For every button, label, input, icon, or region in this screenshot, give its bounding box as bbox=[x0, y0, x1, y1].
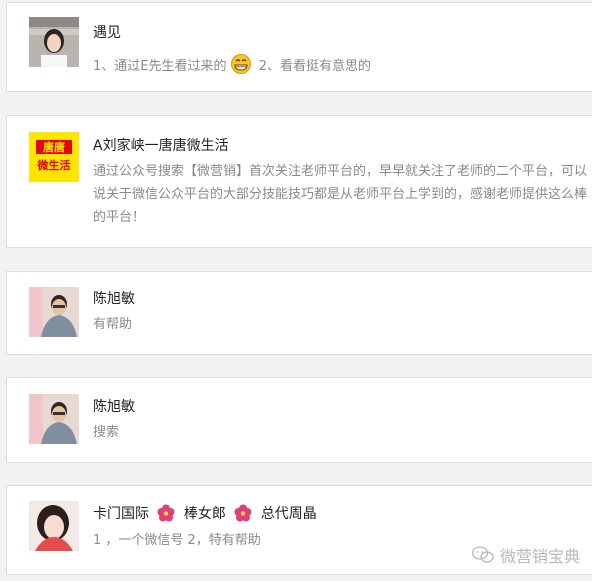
avatar-text: 微生活 bbox=[37, 158, 71, 172]
comment-card: 陈旭敏 搜索 bbox=[6, 377, 592, 463]
comment-card: 唐唐 微生活 A刘家峡一唐唐微生活 通过公众号搜索【微营销】首次关注老师平台的，… bbox=[6, 115, 592, 248]
commenter-name-part: 卡门国际 bbox=[93, 506, 149, 522]
avatar[interactable] bbox=[29, 287, 79, 337]
watermark-text: 微营销宝典 bbox=[499, 547, 580, 566]
watermark: 微营销宝典 bbox=[471, 543, 580, 567]
comment-text: 1、通过E先生看过来的 2、看看挺有意思的 bbox=[93, 54, 371, 78]
comment-text: 1 ，一个微信号 2，特有帮助 bbox=[93, 533, 261, 548]
comment-text: 通过公众号搜索【微营销】首次关注老师平台的，早早就关注了老师的二个平台，可以说关… bbox=[93, 164, 588, 225]
grin-emoji-icon bbox=[230, 54, 251, 74]
comment-card: 陈旭敏 有帮助 bbox=[6, 271, 592, 355]
commenter-name: 遇见 bbox=[93, 25, 121, 41]
comment-text: 有帮助 bbox=[93, 317, 133, 332]
commenter-name: 卡门国际 棒女郎 总代周晶 bbox=[93, 504, 317, 523]
comment-text: 搜索 bbox=[93, 425, 120, 440]
commenter-name: A刘家峡一唐唐微生活 bbox=[93, 138, 229, 154]
commenter-name-part: 总代周晶 bbox=[260, 506, 317, 522]
wechat-logo-icon bbox=[471, 546, 494, 563]
comment-text-part: 1、通过E先生看过来的 bbox=[93, 59, 227, 74]
avatar[interactable] bbox=[29, 17, 79, 67]
avatar[interactable] bbox=[29, 394, 79, 444]
commenter-name: 陈旭敏 bbox=[93, 291, 135, 307]
commenter-name-part: 棒女郎 bbox=[183, 506, 226, 522]
avatar-text: 唐唐 bbox=[43, 140, 65, 154]
avatar[interactable]: 唐唐 微生活 bbox=[29, 132, 79, 182]
hibiscus-flower-icon bbox=[234, 504, 252, 522]
hibiscus-flower-icon bbox=[157, 504, 175, 522]
comment-card: 遇见 1、通过E先生看过来的 2、看看挺有意思的 bbox=[6, 2, 592, 92]
avatar[interactable] bbox=[29, 501, 79, 551]
commenter-name: 陈旭敏 bbox=[93, 399, 135, 415]
comment-text-part: 2、看看挺有意思的 bbox=[258, 59, 372, 74]
